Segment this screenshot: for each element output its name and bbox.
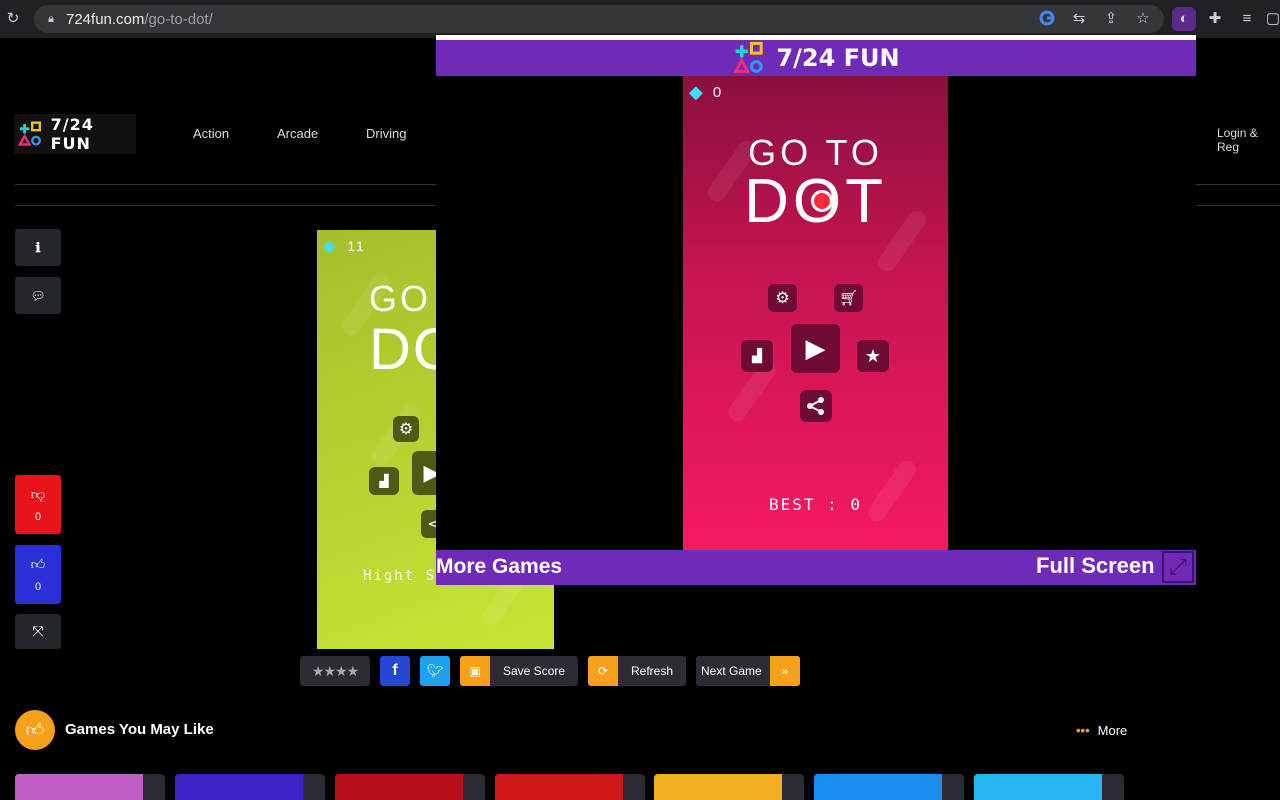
cart-icon: 🛒︎ [838, 290, 859, 307]
best-score-text: BEST : 0 [768, 495, 863, 514]
game-title-line1: GO [369, 278, 432, 319]
save-icon: ▣ [460, 656, 490, 686]
shop-button[interactable]: 🛒︎ [834, 284, 863, 312]
google-icon[interactable] [1038, 10, 1056, 28]
nav-action[interactable]: Action [193, 126, 229, 141]
site-logo[interactable]: 7/24 FUN [14, 114, 136, 154]
game-popup-overlay: 7/24 FUN ◆ 0 GO TO DOT ⚙ 🛒︎ ▟ ▶ ★ BEST :… [436, 35, 1196, 585]
dots-icon: ••• [1076, 723, 1090, 738]
browser-toolbar: ↻ 🔒︎ 724fun.com/go-to-dot/ ⇆ ⇪ ☆ ◐ ✚ ≡ ▢ [0, 0, 1280, 38]
comment-icon: 💬︎ [30, 288, 46, 303]
thumbs-up-icon: 👍︎ [30, 556, 46, 572]
save-score-label: Save Score [503, 664, 566, 678]
gem-counter: ◆ 11 [323, 236, 366, 256]
rating-stars[interactable]: ★ ★ ★ ★ [300, 656, 370, 686]
site-logo-text: 7/24 FUN [50, 115, 94, 153]
overlay-logo-text: 7/24 FUN [776, 44, 900, 72]
login-register-link[interactable]: Login & Reg [1217, 126, 1280, 154]
info-button[interactable]: ℹ [15, 229, 61, 266]
star-icon[interactable]: ★ [335, 663, 348, 680]
leaderboard-button[interactable]: ▟ [741, 340, 773, 372]
gem-count: 11 [347, 238, 366, 254]
star-icon[interactable]: ★ [347, 663, 360, 680]
diamond-icon: ◆ [689, 82, 703, 102]
gear-icon: ⚙ [775, 290, 790, 307]
play-button[interactable]: ▶ [791, 324, 840, 373]
star-icon[interactable]: ★ [323, 663, 336, 680]
star-icon: ★ [864, 345, 882, 366]
refresh-label: Refresh [631, 664, 674, 678]
share-icon[interactable]: ⇪ [1102, 10, 1120, 28]
decorative-stripe [864, 457, 920, 525]
leaderboard-button[interactable]: ▟ [369, 467, 399, 495]
gem-counter: ◆ 0 [689, 82, 721, 103]
dislike-count: 0 [34, 511, 42, 523]
podium-icon: ▟ [752, 348, 762, 363]
game-thumbnail[interactable] [175, 774, 325, 800]
logo-shapes-icon [733, 41, 764, 73]
fullscreen-expand-icon[interactable]: ⤢ [1162, 551, 1194, 583]
lock-icon[interactable]: 🔒︎ [42, 10, 60, 28]
chevron-right-icon: » [770, 656, 800, 686]
game-thumbnail[interactable] [335, 774, 485, 800]
translate-icon[interactable]: ⇆ [1070, 10, 1088, 28]
star-icon[interactable]: ★ [312, 663, 325, 680]
more-games-link[interactable]: More Games [436, 555, 562, 579]
puzzle-icon[interactable]: ✚ [1206, 10, 1224, 28]
like-count: 0 [34, 581, 42, 593]
save-score-button[interactable]: ▣ Save Score [460, 656, 578, 686]
game-thumbnail[interactable] [15, 774, 165, 800]
full-screen-link[interactable]: Full Screen [1036, 553, 1155, 579]
share-button[interactable] [800, 390, 832, 422]
more-link[interactable]: ••• More [1076, 723, 1127, 738]
game-thumbnail[interactable] [814, 774, 964, 800]
rate-button[interactable]: ★ [857, 340, 889, 372]
game-thumbnail[interactable] [654, 774, 804, 800]
fullscreen-toggle-button[interactable]: ⤧ [15, 614, 61, 649]
play-icon: ▶ [805, 333, 826, 363]
address-bar[interactable]: 🔒︎ 724fun.com/go-to-dot/ [34, 5, 1164, 33]
next-game-button[interactable]: Next Game » [696, 656, 800, 686]
comments-button[interactable]: 💬︎ [15, 277, 61, 314]
gem-count: 0 [712, 84, 722, 101]
game-thumbnail[interactable] [495, 774, 645, 800]
refresh-icon: ⟳ [588, 656, 618, 686]
more-label: More [1097, 723, 1128, 738]
diamond-icon: ◆ [323, 238, 336, 255]
thumbs-up-icon: 👍︎ [15, 710, 55, 750]
bookmark-star-icon[interactable]: ☆ [1134, 10, 1152, 28]
media-queue-icon[interactable]: ≡ [1238, 10, 1256, 28]
game-thumbnail[interactable] [974, 774, 1124, 800]
gear-icon: ⚙ [398, 421, 414, 438]
game-canvas[interactable]: ◆ 0 GO TO DOT ⚙ 🛒︎ ▟ ▶ ★ BEST : 0 [683, 76, 948, 550]
info-icon: ℹ [35, 239, 41, 255]
dislike-button[interactable]: 👎︎ 0 [15, 475, 61, 534]
next-game-label: Next Game [701, 664, 762, 678]
share-icon [807, 397, 824, 415]
twitter-icon: 🐦︎ [426, 663, 444, 678]
settings-button[interactable]: ⚙ [393, 416, 419, 442]
facebook-icon: f [392, 662, 398, 679]
thumbs-down-icon: 👎︎ [30, 486, 46, 502]
logo-shapes-icon [18, 121, 41, 146]
like-button[interactable]: 👍︎ 0 [15, 545, 61, 604]
podium-icon: ▟ [379, 474, 389, 488]
url-text: 724fun.com/go-to-dot/ [66, 11, 213, 28]
facebook-share-button[interactable]: f [380, 656, 410, 686]
reload-icon[interactable]: ↻ [4, 10, 22, 28]
window-icon[interactable]: ▢ [1264, 10, 1280, 28]
refresh-button[interactable]: ⟳ Refresh [588, 656, 686, 686]
settings-button[interactable]: ⚙ [768, 284, 797, 312]
twitter-share-button[interactable]: 🐦︎ [420, 656, 450, 686]
overlay-header: 7/24 FUN [436, 40, 1196, 76]
nav-driving[interactable]: Driving [366, 126, 406, 141]
red-dot-icon [811, 190, 833, 212]
extension-shield-icon[interactable]: ◐ [1172, 7, 1196, 31]
nav-arcade[interactable]: Arcade [277, 126, 318, 141]
section-title: Games You May Like [65, 721, 214, 738]
overlay-footer: More Games Full Screen ⤢ [436, 550, 1196, 585]
expand-icon: ⤧ [32, 623, 44, 639]
